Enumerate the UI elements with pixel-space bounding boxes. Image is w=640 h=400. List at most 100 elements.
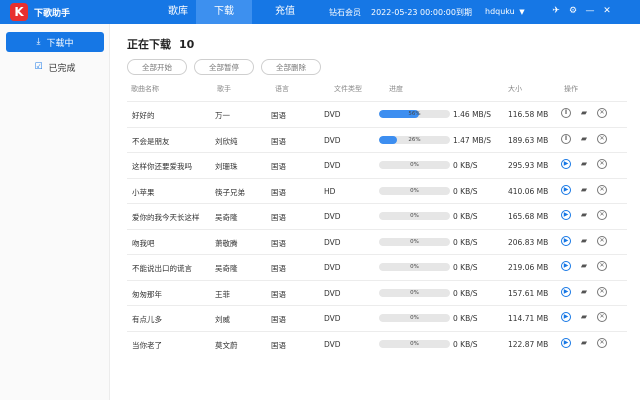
- folder-icon[interactable]: ▰: [579, 338, 589, 348]
- download-speed: 1.46 MB/S: [453, 110, 491, 119]
- play-icon[interactable]: ▶: [561, 235, 571, 246]
- folder-icon[interactable]: ▰: [579, 312, 589, 322]
- play-icon[interactable]: ▶: [561, 261, 571, 271]
- table-row[interactable]: 不能说出口的谎言 吴奇隆 国语 DVD 0% 0 KB/S 219.06 MB ▶ ▰ ✕: [127, 254, 627, 279]
- file-type: DVD: [324, 314, 341, 323]
- start-all-button[interactable]: 全部开始: [127, 59, 187, 75]
- vip-badge[interactable]: 钻石会员: [329, 7, 361, 18]
- delete-icon[interactable]: ✕: [597, 235, 607, 246]
- progress-bar: 56%: [379, 110, 450, 118]
- minimize-icon[interactable]: —: [584, 6, 596, 16]
- file-type: DVD: [324, 161, 341, 170]
- language: 国语: [271, 162, 286, 171]
- progress-percent: 0%: [410, 340, 419, 347]
- progress-percent: 0%: [410, 264, 419, 270]
- song-name: 好好的: [132, 111, 155, 120]
- progress-percent: 0%: [410, 162, 419, 168]
- singer-name: 筷子兄弟: [215, 187, 245, 197]
- table-row[interactable]: 有点儿多 刘威 国语 DVD 0% 0 KB/S 114.71 MB ▶ ▰ ✕: [127, 305, 627, 330]
- song-name: 这样你还要爱我吗: [132, 162, 192, 171]
- song-name: 不会是朋友: [132, 136, 170, 146]
- file-size: 157.61 MB: [508, 288, 549, 298]
- delete-icon[interactable]: ✕: [597, 286, 607, 297]
- delete-all-button[interactable]: 全部删除: [261, 59, 321, 75]
- file-type: DVD: [324, 212, 341, 221]
- play-icon[interactable]: ▶: [561, 337, 571, 348]
- folder-icon[interactable]: ▰: [579, 236, 589, 246]
- play-icon[interactable]: ▶: [561, 184, 571, 195]
- progress-percent: 0%: [410, 315, 419, 321]
- file-size: 114.71 MB: [508, 314, 549, 323]
- close-icon[interactable]: ✕: [601, 6, 613, 16]
- column-header-song: 歌曲名称: [131, 85, 159, 93]
- check-circle-icon: ☑: [34, 62, 43, 72]
- app-logo-icon: K: [10, 3, 28, 21]
- progress-bar: 0%: [379, 314, 450, 322]
- column-header-actions: 操作: [564, 85, 578, 93]
- download-speed: 0 KB/S: [453, 212, 478, 221]
- table-row[interactable]: 小苹果 筷子兄弟 国语 HD 0% 0 KB/S 410.06 MB ▶ ▰ ✕: [127, 177, 627, 203]
- folder-icon[interactable]: ▰: [579, 159, 589, 169]
- file-type: DVD: [324, 237, 341, 247]
- column-header-file-type: 文件类型: [334, 85, 362, 93]
- gear-icon[interactable]: ⚙: [567, 6, 579, 16]
- progress-bar: 26%: [379, 135, 450, 144]
- folder-icon[interactable]: ▰: [579, 134, 589, 144]
- song-name: 吻我吧: [132, 238, 155, 248]
- delete-icon[interactable]: ✕: [597, 159, 607, 169]
- delete-icon[interactable]: ✕: [597, 261, 607, 271]
- download-speed: 0 KB/S: [453, 263, 478, 272]
- username[interactable]: hdquku: [485, 7, 515, 16]
- table-row[interactable]: 当你老了 莫文蔚 国语 DVD 0% 0 KB/S 122.87 MB ▶ ▰ ✕: [127, 330, 627, 356]
- file-type: DVD: [324, 263, 341, 272]
- progress-percent: 56%: [408, 111, 421, 117]
- table-row[interactable]: 这样你还要爱我吗 刘珊珠 国语 DVD 0% 0 KB/S 295.93 MB ▶ ▰ ✕: [127, 152, 627, 177]
- table-row[interactable]: 好好的 万一 国语 DVD 56% 1.46 MB/S 116.58 MB Ⅱ ▰ ✕: [127, 101, 627, 126]
- play-icon[interactable]: ▶: [561, 210, 571, 220]
- folder-icon[interactable]: ▰: [579, 261, 589, 271]
- delete-icon[interactable]: ✕: [597, 210, 607, 220]
- delete-icon[interactable]: ✕: [597, 184, 607, 195]
- delete-icon[interactable]: ✕: [597, 133, 607, 144]
- folder-icon[interactable]: ▰: [579, 210, 589, 220]
- delete-icon[interactable]: ✕: [597, 108, 607, 118]
- sidebar-item-completed[interactable]: ☑ 已完成: [6, 57, 104, 77]
- folder-icon[interactable]: ▰: [579, 108, 589, 118]
- file-type: DVD: [324, 135, 341, 145]
- play-icon[interactable]: ▶: [561, 312, 571, 322]
- sidebar-item-downloading[interactable]: ⤓ 下载中: [6, 32, 104, 52]
- tab-recharge[interactable]: 充值: [257, 0, 313, 24]
- song-name: 不能说出口的谎言: [132, 264, 192, 273]
- pause-all-button[interactable]: 全部暂停: [194, 59, 254, 75]
- tab-download[interactable]: 下载: [196, 0, 252, 24]
- song-name: 匆匆那年: [132, 289, 162, 299]
- play-icon[interactable]: ▶: [561, 159, 571, 169]
- delete-icon[interactable]: ✕: [597, 337, 607, 348]
- song-name: 有点儿多: [132, 315, 162, 324]
- column-header-language: 语言: [275, 85, 289, 93]
- singer-name: 万一: [215, 111, 230, 120]
- table-row[interactable]: 不会是朋友 刘欣纯 国语 DVD 26% 1.47 MB/S 189.63 MB Ⅱ ▰ ✕: [127, 126, 627, 152]
- table-row[interactable]: 吻我吧 萧敬腾 国语 DVD 0% 0 KB/S 206.83 MB ▶ ▰ ✕: [127, 228, 627, 254]
- pause-icon[interactable]: Ⅱ: [561, 133, 571, 144]
- user-dropdown-icon[interactable]: ▼: [516, 8, 528, 16]
- pause-icon[interactable]: Ⅱ: [561, 108, 571, 118]
- file-type: DVD: [324, 288, 341, 298]
- table-row[interactable]: 爱你的我今天长这样 吴奇隆 国语 DVD 0% 0 KB/S 165.68 MB ▶ ▰ ✕: [127, 203, 627, 228]
- file-size: 206.83 MB: [508, 237, 549, 247]
- play-icon[interactable]: ▶: [561, 286, 571, 297]
- progress-percent: 0%: [410, 187, 419, 194]
- pin-icon[interactable]: ✈: [550, 6, 562, 16]
- language: 国语: [271, 289, 286, 299]
- download-speed: 0 KB/S: [453, 186, 478, 196]
- language: 国语: [271, 187, 286, 197]
- language: 国语: [271, 213, 286, 222]
- progress-bar: 0%: [379, 237, 450, 246]
- delete-icon[interactable]: ✕: [597, 312, 607, 322]
- folder-icon[interactable]: ▰: [579, 185, 589, 195]
- table-row[interactable]: 匆匆那年 王菲 国语 DVD 0% 0 KB/S 157.61 MB ▶ ▰ ✕: [127, 279, 627, 305]
- progress-bar: 0%: [379, 263, 450, 271]
- language: 国语: [271, 111, 286, 120]
- column-header-progress: 进度: [389, 85, 403, 93]
- folder-icon[interactable]: ▰: [579, 287, 589, 297]
